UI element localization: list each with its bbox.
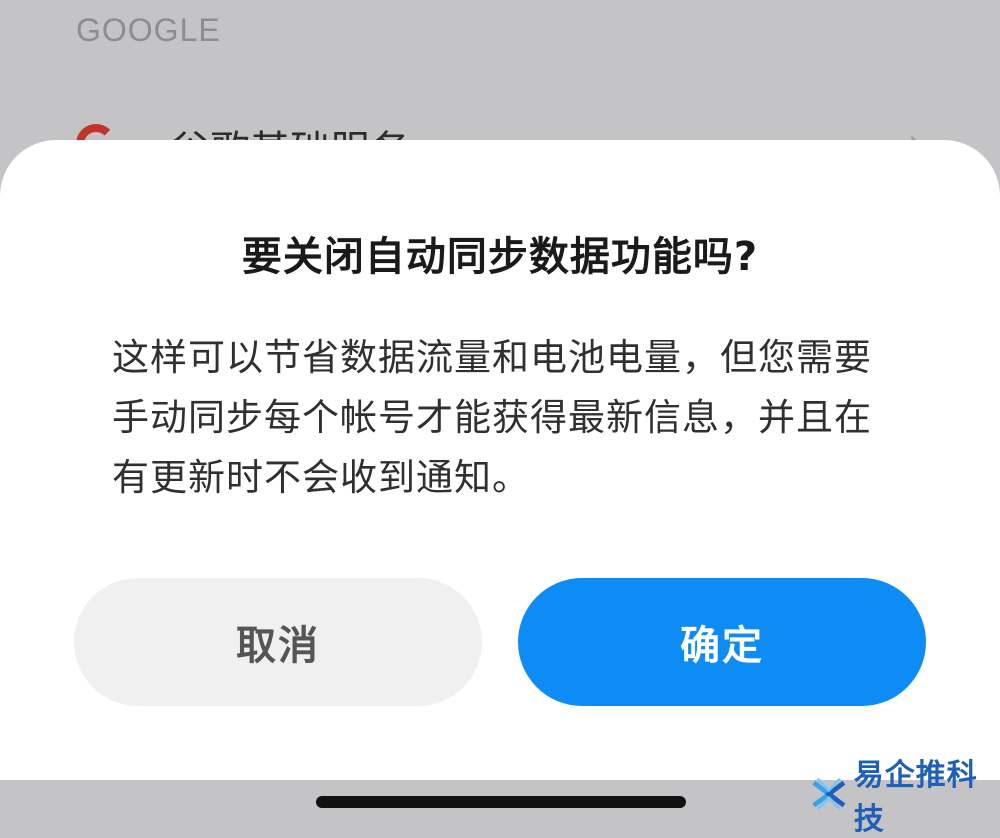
watermark: 易企推科技 <box>810 758 1000 837</box>
watermark-text: 易企推科技 <box>853 758 978 837</box>
cancel-button[interactable]: 取消 <box>74 578 482 706</box>
watermark-logo-icon <box>812 777 846 811</box>
dialog-title: 要关闭自动同步数据功能吗? <box>241 234 759 280</box>
home-indicator[interactable] <box>316 796 686 808</box>
dialog-message: 这样可以节省数据流量和电池电量，但您需要手动同步每个帐号才能获得最新信息，并且在… <box>112 336 872 499</box>
confirm-dialog: 要关闭自动同步数据功能吗? 这样可以节省数据流量和电池电量，但您需要手动同步每个… <box>0 140 1000 780</box>
section-header: GOOGLE <box>76 12 221 48</box>
confirm-button[interactable]: 确定 <box>518 578 926 706</box>
